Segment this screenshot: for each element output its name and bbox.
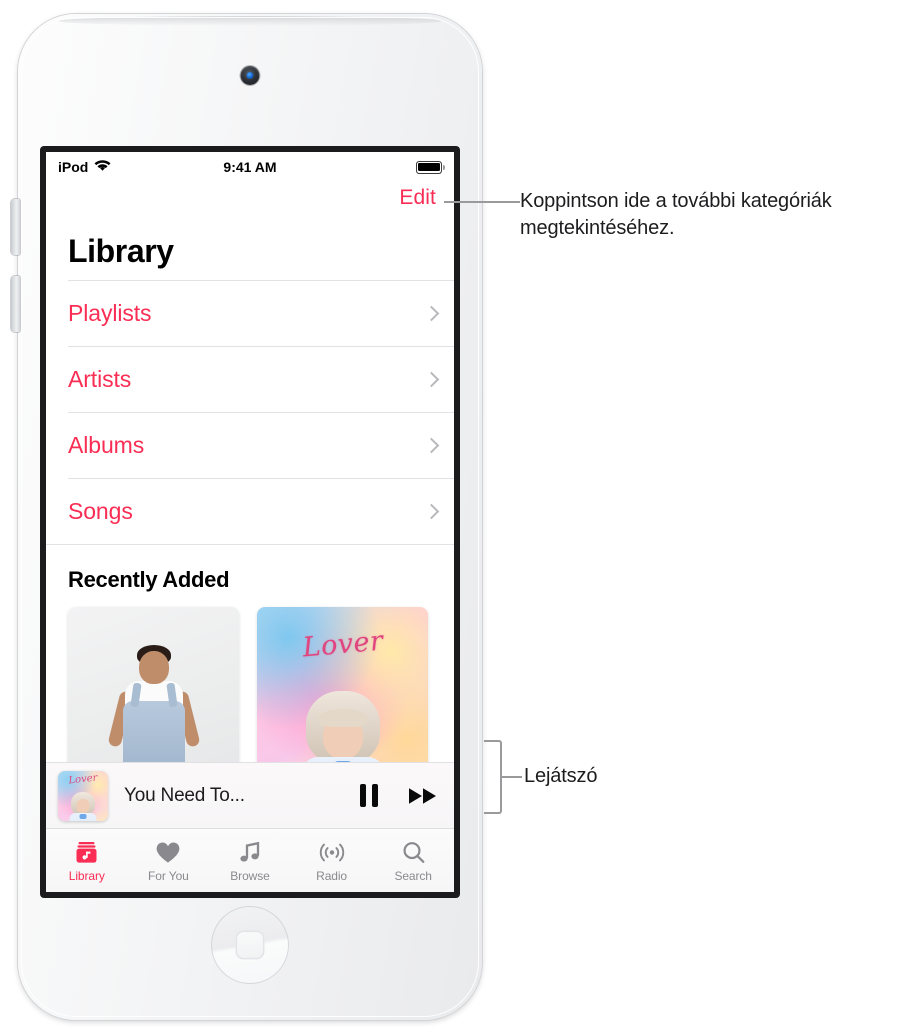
search-icon: [401, 839, 426, 865]
category-label: Songs: [68, 498, 133, 524]
device-top-highlight: [58, 16, 442, 26]
radio-waves-icon: [317, 839, 347, 865]
album-artwork-person-overalls[interactable]: [68, 607, 239, 777]
status-bar-left: iPod: [58, 159, 111, 175]
music-note-icon: [238, 839, 262, 865]
fast-forward-icon[interactable]: [408, 785, 438, 807]
album-artwork-lover[interactable]: Lover: [257, 607, 428, 777]
front-camera-icon: [240, 66, 260, 85]
carrier-label: iPod: [58, 159, 89, 175]
status-bar-clock: 9:41 AM: [223, 159, 277, 175]
mini-player-controls: [360, 784, 438, 807]
chevron-right-icon: [425, 304, 436, 323]
battery-full-icon: [416, 160, 446, 174]
tab-radio[interactable]: Radio: [291, 829, 373, 892]
category-label: Artists: [68, 366, 132, 392]
tab-label: Search: [394, 868, 432, 883]
album-grid: Lover: [68, 607, 454, 777]
now-playing-title: You Need To...: [124, 784, 245, 806]
library-icon: [74, 839, 99, 865]
lover-album-thumbnail[interactable]: Lover: [58, 770, 108, 821]
tab-search[interactable]: Search: [372, 829, 454, 892]
heart-icon: [155, 839, 181, 865]
tab-label: Browse: [230, 868, 270, 883]
figure-face: [76, 798, 90, 813]
chevron-right-icon: [425, 370, 436, 389]
pause-icon[interactable]: [360, 784, 378, 807]
category-label: Playlists: [68, 300, 152, 326]
volume-down-button[interactable]: [11, 276, 20, 332]
home-button[interactable]: [211, 906, 289, 984]
category-row-albums[interactable]: Albums: [68, 412, 454, 478]
status-bar: iPod 9:41 AM: [46, 152, 454, 182]
music-app: iPod 9:41 AM Edit Library Playlists Arti…: [46, 152, 454, 892]
page-title: Library: [68, 232, 174, 269]
callout-leader-line-edit: [444, 201, 520, 203]
section-heading: Recently Added: [68, 567, 230, 592]
callout-edit-text: Koppintson ide a további kategóriák megt…: [520, 190, 832, 239]
volume-up-button[interactable]: [11, 199, 20, 255]
figure-bow: [79, 813, 87, 819]
edit-button[interactable]: Edit: [399, 186, 436, 210]
callout-leader-line-player: [502, 776, 522, 778]
home-button-square-icon: [235, 930, 265, 960]
tab-for-you[interactable]: For You: [128, 829, 210, 892]
chevron-right-icon: [425, 436, 436, 455]
category-label: Albums: [68, 432, 145, 458]
category-row-songs[interactable]: Songs: [68, 478, 454, 544]
mini-player[interactable]: Lover You Need To...: [46, 762, 454, 828]
thumbnail-title-script: Lover: [67, 772, 99, 786]
album-title-script: Lover: [300, 625, 385, 664]
tab-library[interactable]: Library: [46, 829, 128, 892]
category-row-artists[interactable]: Artists: [68, 346, 454, 412]
tab-browse[interactable]: Browse: [209, 829, 291, 892]
recently-added-section: Recently Added Lover Lover You Need To..…: [46, 544, 454, 828]
tab-label: For You: [148, 868, 189, 883]
callout-bracket-player: [484, 740, 502, 814]
navigation-bar: Edit: [46, 182, 454, 222]
wifi-icon: [94, 159, 111, 175]
category-list: Playlists Artists Albums Songs: [46, 280, 454, 544]
chevron-right-icon: [425, 502, 436, 521]
tab-label: Radio: [316, 868, 347, 883]
callout-player-text: Lejátszó: [524, 765, 598, 787]
status-bar-right: [416, 160, 446, 174]
ipod-touch-device: iPod 9:41 AM Edit Library Playlists Arti…: [11, 14, 482, 1020]
device-screen: iPod 9:41 AM Edit Library Playlists Arti…: [40, 146, 460, 898]
tab-bar: Library For You Browse Radio Search: [46, 828, 454, 892]
tab-label: Library: [68, 868, 105, 883]
figure-bangs: [317, 709, 368, 727]
album-art-figure: [106, 643, 201, 777]
thumbnail-figure: [68, 791, 98, 821]
category-row-playlists[interactable]: Playlists: [68, 280, 454, 346]
battery-fill: [418, 162, 440, 172]
figure-head: [138, 651, 169, 684]
